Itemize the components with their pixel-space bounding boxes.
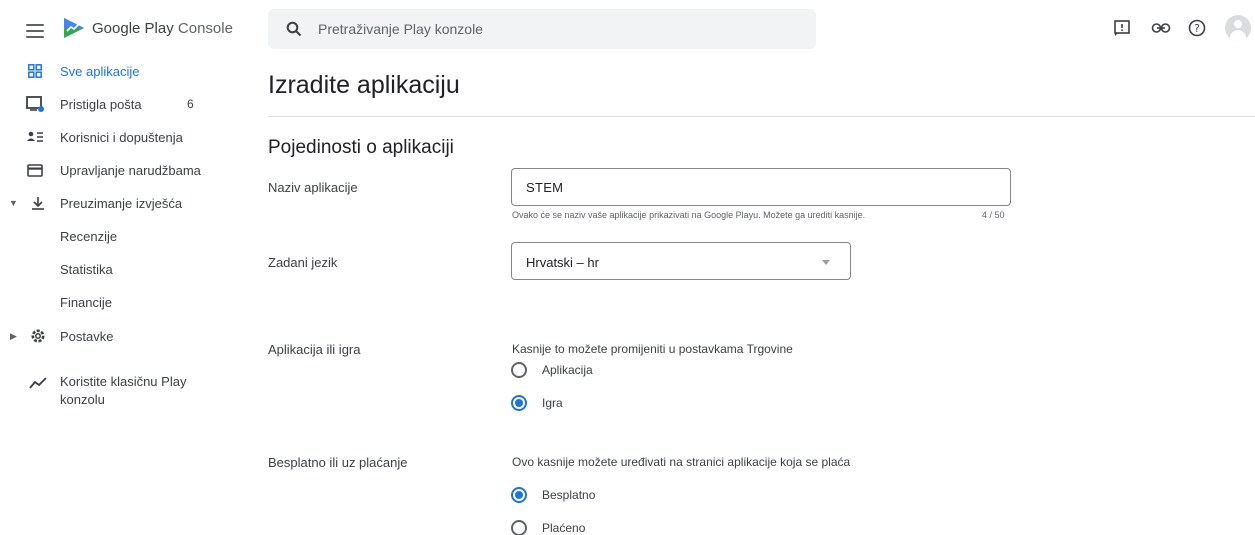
unread-count-badge: 6 xyxy=(187,97,194,111)
menu-icon[interactable] xyxy=(26,24,44,38)
download-icon xyxy=(29,194,47,212)
sidebar-item-label: Pristigla pošta xyxy=(60,96,142,112)
sidebar-item-label: Statistika xyxy=(60,261,113,277)
default-language-value: Hrvatski – hr xyxy=(526,255,599,270)
brand-title[interactable]: Google Play Console xyxy=(92,20,233,37)
apps-grid-icon xyxy=(26,62,44,80)
gear-icon xyxy=(29,327,47,345)
default-language-label: Zadani jezik xyxy=(268,255,338,270)
sidebar-item-label-line2: konzolu xyxy=(60,392,105,407)
default-language-select[interactable]: Hrvatski – hr xyxy=(511,242,851,280)
sidebar-item-label: Sve aplikacije xyxy=(60,63,140,79)
svg-text:?: ? xyxy=(1194,22,1200,35)
app-name-label: Naziv aplikacije xyxy=(268,180,358,195)
feedback-icon[interactable] xyxy=(1111,17,1133,39)
radio-button[interactable] xyxy=(511,395,527,411)
free-or-paid-label: Besplatno ili uz plaćanje xyxy=(268,455,408,470)
app-name-field[interactable]: STEM xyxy=(511,168,1011,206)
app-or-game-label: Aplikacija ili igra xyxy=(268,342,361,357)
section-title: Pojedinosti o aplikaciji xyxy=(268,137,454,158)
radio-label: Aplikacija xyxy=(542,363,593,377)
sidebar-item-label: Financije xyxy=(60,294,113,310)
sidebar-item-label: Korisnici i dopuštenja xyxy=(60,129,183,145)
chevron-down-icon[interactable]: ▼ xyxy=(9,198,18,208)
free-or-paid-description: Ovo kasnije možete uređivati na stranici… xyxy=(512,455,851,469)
radio-label: Igra xyxy=(542,396,563,410)
card-icon xyxy=(26,161,44,179)
radio-button[interactable] xyxy=(511,362,527,378)
sidebar-item-label: Postavke xyxy=(60,328,114,344)
radio-label: Plaćeno xyxy=(542,521,586,535)
app-name-hint: Ovako će se naziv vaše aplikacije prikaz… xyxy=(512,210,866,220)
sidebar-item-label: Preuzimanje izvješća xyxy=(60,195,183,211)
sidebar-item-label: Upravljanje narudžbama xyxy=(60,162,201,178)
char-counter: 4 / 50 xyxy=(982,210,1005,220)
radio-button[interactable] xyxy=(511,520,527,535)
page-title: Izradite aplikaciju xyxy=(268,71,460,99)
app-name-value: STEM xyxy=(526,180,564,195)
search-bar[interactable]: Pretraživanje Play konzole xyxy=(268,9,816,49)
chevron-right-icon[interactable]: ▶ xyxy=(10,331,17,342)
trend-icon xyxy=(29,374,47,392)
search-icon xyxy=(286,21,302,37)
radio-button[interactable] xyxy=(511,487,527,503)
help-icon[interactable]: ? xyxy=(1186,17,1208,39)
inbox-icon xyxy=(26,95,44,113)
divider xyxy=(268,116,1255,117)
account-avatar[interactable] xyxy=(1225,15,1251,41)
sidebar-item-label: Recenzije xyxy=(60,228,118,244)
link-icon[interactable] xyxy=(1150,17,1172,39)
play-console-logo[interactable] xyxy=(61,15,87,41)
sidebar-item-label: Koristite klasičnu Play xyxy=(60,374,187,389)
app-or-game-description: Kasnije to možete promijeniti u postavka… xyxy=(512,342,793,356)
users-icon xyxy=(26,128,44,146)
search-input[interactable]: Pretraživanje Play konzole xyxy=(318,21,483,37)
dropdown-arrow-icon xyxy=(822,260,830,265)
radio-label: Besplatno xyxy=(542,488,596,502)
